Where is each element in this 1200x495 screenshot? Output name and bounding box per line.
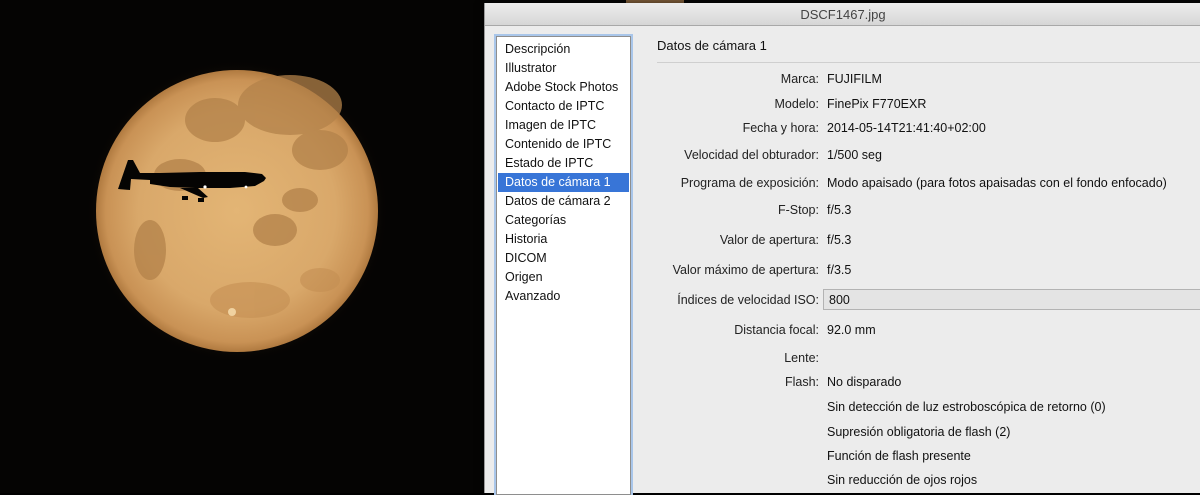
- sidebar-item-advanced[interactable]: Avanzado: [498, 287, 629, 306]
- flash-label: Flash:: [784, 375, 819, 389]
- sidebar-item-categories[interactable]: Categorías: [498, 211, 629, 230]
- flash-value-4[interactable]: Sin reducción de ojos rojos: [827, 473, 977, 487]
- fstop-value[interactable]: f/5.3: [827, 203, 851, 217]
- sidebar-item-iptc-content[interactable]: Contenido de IPTC: [498, 135, 629, 154]
- sidebar-item-descripcion[interactable]: Descripción: [498, 40, 629, 59]
- sidebar-item-dicom[interactable]: DICOM: [498, 249, 629, 268]
- file-info-dialog: DSCF1467.jpg Descripción Illustrator Ado…: [484, 3, 1200, 495]
- title-bar[interactable]: DSCF1467.jpg: [485, 3, 1200, 26]
- shutter-label: Velocidad del obturador:: [684, 148, 819, 162]
- panel-divider: [657, 62, 1200, 63]
- program-label: Programa de exposición:: [680, 176, 819, 190]
- shutter-value[interactable]: 1/500 seg: [827, 148, 882, 162]
- aperture-value[interactable]: f/5.3: [827, 233, 851, 247]
- flash-value-3[interactable]: Función de flash presente: [827, 449, 971, 463]
- iso-label: Índices de velocidad ISO:: [677, 293, 819, 307]
- iso-value: 800: [829, 293, 850, 307]
- sidebar-item-origin[interactable]: Origen: [498, 268, 629, 287]
- make-label: Marca:: [780, 72, 819, 86]
- panel-title: Datos de cámara 1: [657, 38, 767, 53]
- max-aperture-value[interactable]: f/3.5: [827, 263, 851, 277]
- flash-value-2[interactable]: Supresión obligatoria de flash (2): [827, 425, 1010, 439]
- sidebar-item-camera-data-1[interactable]: Datos de cámara 1: [498, 173, 629, 192]
- background-photo: [0, 0, 484, 493]
- datetime-label: Fecha y hora:: [742, 121, 819, 135]
- sidebar-item-history[interactable]: Historia: [498, 230, 629, 249]
- sidebar-item-camera-data-2[interactable]: Datos de cámara 2: [498, 192, 629, 211]
- model-label: Modelo:: [774, 97, 819, 111]
- aperture-label: Valor de apertura:: [719, 233, 819, 247]
- flash-value-0[interactable]: No disparado: [827, 375, 901, 389]
- fstop-label: F-Stop:: [778, 203, 819, 217]
- iso-field[interactable]: 800: [823, 289, 1200, 310]
- sidebar-item-iptc-image[interactable]: Imagen de IPTC: [498, 116, 629, 135]
- sidebar-item-adobe-stock[interactable]: Adobe Stock Photos: [498, 78, 629, 97]
- sidebar-item-iptc-contact[interactable]: Contacto de IPTC: [498, 97, 629, 116]
- model-value[interactable]: FinePix F770EXR: [827, 97, 926, 111]
- lens-label: Lente:: [784, 351, 819, 365]
- max-aperture-label: Valor máximo de apertura:: [672, 263, 819, 277]
- window-title: DSCF1467.jpg: [800, 7, 886, 22]
- moon-airplane-image: [85, 59, 389, 363]
- sidebar-item-iptc-status[interactable]: Estado de IPTC: [498, 154, 629, 173]
- sidebar-item-illustrator[interactable]: Illustrator: [498, 59, 629, 78]
- make-value[interactable]: FUJIFILM: [827, 72, 882, 86]
- datetime-value[interactable]: 2014-05-14T21:41:40+02:00: [827, 121, 986, 135]
- program-value[interactable]: Modo apaisado (para fotos apaisadas con …: [827, 176, 1167, 190]
- focal-length-label: Distancia focal:: [734, 323, 819, 337]
- flash-value-1[interactable]: Sin detección de luz estroboscópica de r…: [827, 400, 1106, 414]
- category-list[interactable]: Descripción Illustrator Adobe Stock Phot…: [496, 36, 631, 495]
- focal-length-value[interactable]: 92.0 mm: [827, 323, 876, 337]
